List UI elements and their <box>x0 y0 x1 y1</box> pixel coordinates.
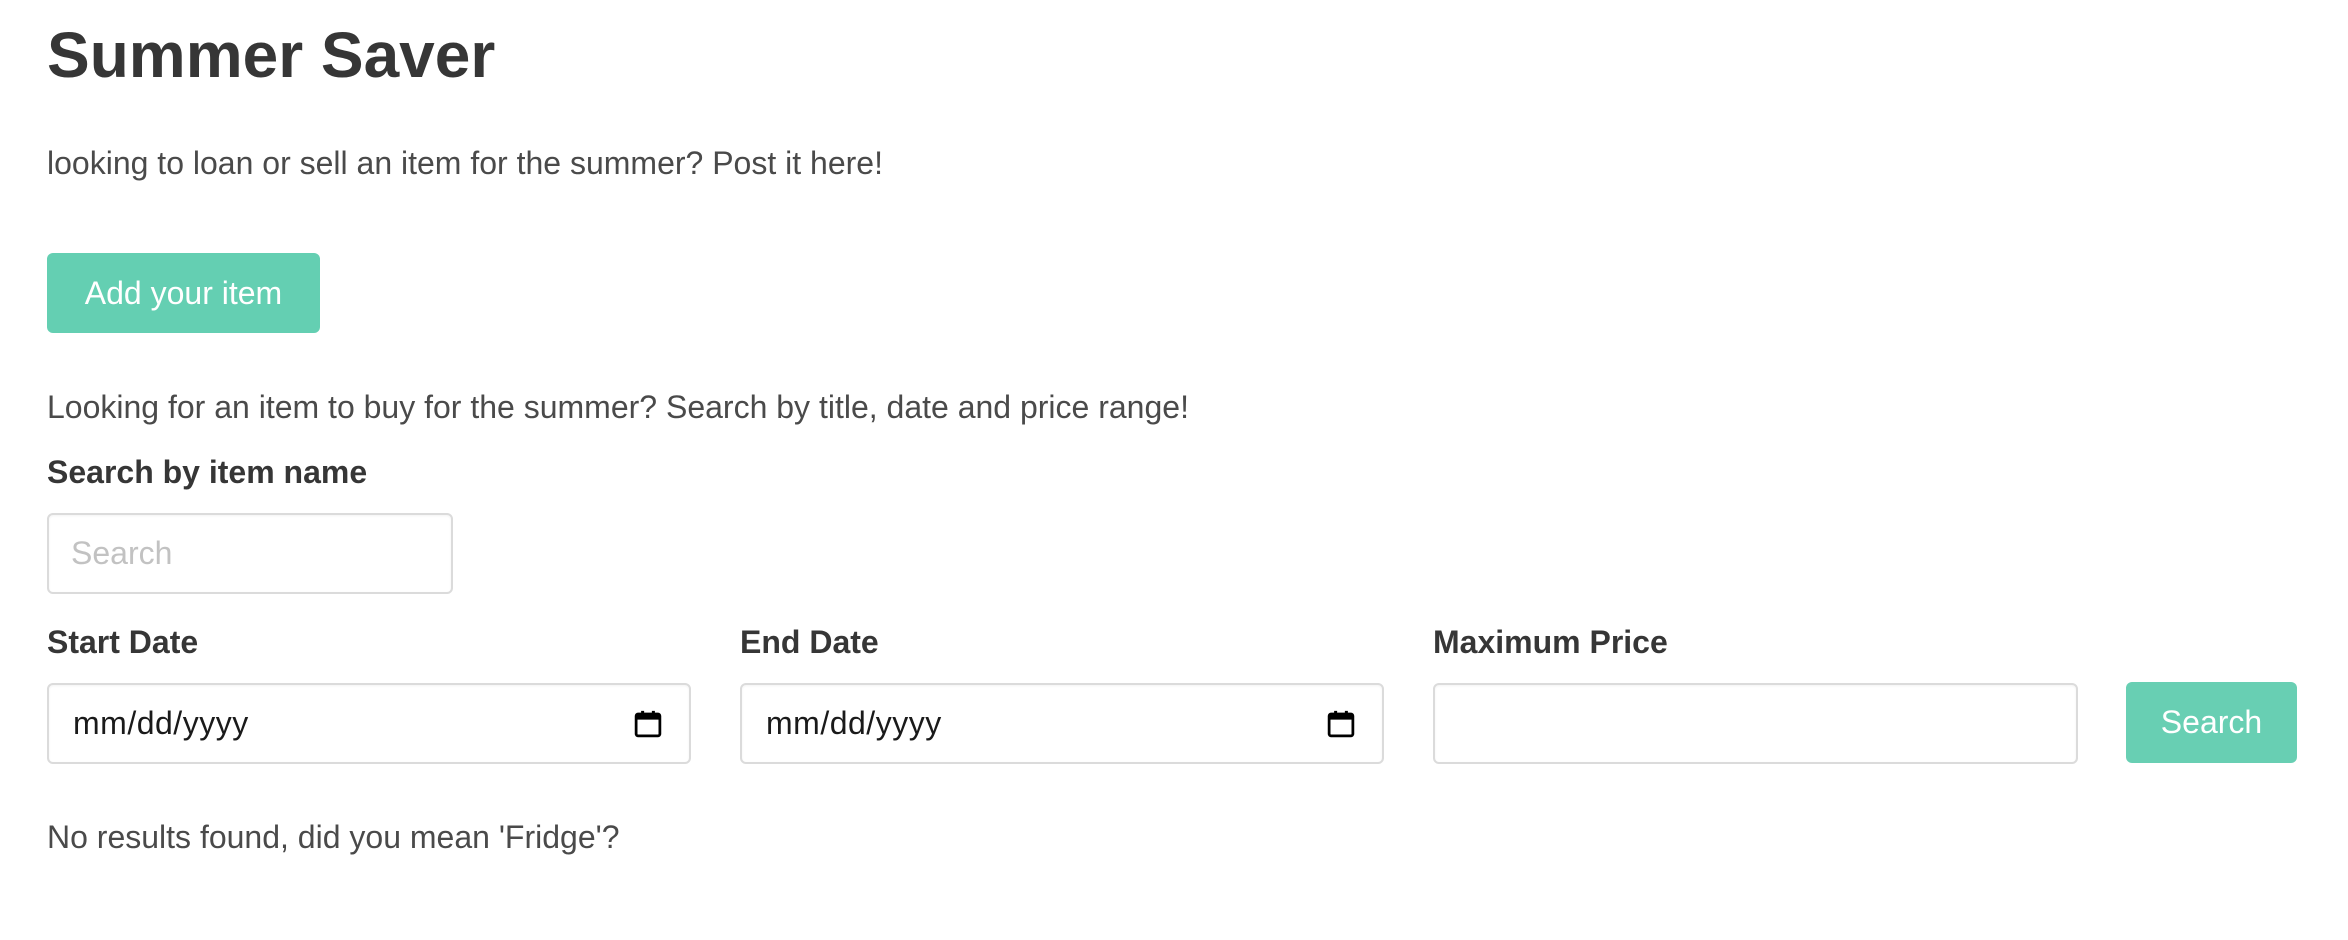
max-price-input[interactable] <box>1433 683 2078 764</box>
add-item-button[interactable]: Add your item <box>47 253 320 333</box>
search-intro-text: Looking for an item to buy for the summe… <box>47 389 1189 425</box>
search-name-label: Search by item name <box>47 454 368 490</box>
page-title: Summer Saver <box>47 19 496 91</box>
end-date-value: mm/dd/yyyy <box>766 705 942 741</box>
end-date-field[interactable]: mm/dd/yyyy <box>740 683 1384 764</box>
search-input[interactable] <box>47 513 453 594</box>
start-date-field[interactable]: mm/dd/yyyy <box>47 683 691 764</box>
max-price-label: Maximum Price <box>1433 624 1668 660</box>
start-date-label: Start Date <box>47 624 199 660</box>
calendar-icon[interactable] <box>633 709 663 739</box>
page: Summer Saver looking to loan or sell an … <box>0 0 2348 940</box>
results-message: No results found, did you mean 'Fridge'? <box>47 819 620 855</box>
end-date-label: End Date <box>740 624 879 660</box>
intro-text: looking to loan or sell an item for the … <box>47 145 883 181</box>
search-button[interactable]: Search <box>2126 682 2297 763</box>
start-date-value: mm/dd/yyyy <box>73 705 249 741</box>
calendar-icon[interactable] <box>1326 709 1356 739</box>
